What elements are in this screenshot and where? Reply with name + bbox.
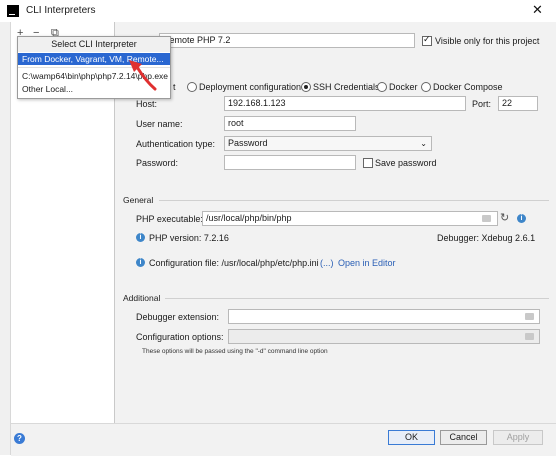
visible-only-checkbox[interactable]: ✓: [422, 34, 432, 46]
refresh-icon[interactable]: ↻: [500, 211, 509, 224]
help-icon[interactable]: ?: [14, 433, 25, 444]
configuration-options-label: Configuration options:: [136, 332, 224, 342]
auth-type-value: Password: [228, 138, 268, 148]
config-file-info-icon: i: [136, 258, 145, 267]
additional-divider: [165, 298, 549, 299]
radio-vagrant-tail: t: [173, 82, 176, 92]
configuration-options-note: These options will be passed using the "…: [142, 348, 328, 355]
ok-button[interactable]: OK: [388, 430, 435, 445]
popup-header: Select CLI Interpreter: [18, 37, 170, 52]
folder-icon[interactable]: [482, 215, 491, 222]
close-icon[interactable]: ✕: [532, 2, 543, 18]
radio-ssh-credentials[interactable]: [301, 82, 311, 92]
auth-type-label: Authentication type:: [136, 139, 216, 149]
save-password-label: Save password: [375, 158, 437, 168]
host-label: Host:: [136, 99, 158, 109]
general-divider: [159, 200, 549, 201]
additional-section-label: Additional: [123, 293, 161, 303]
general-section-label: General: [123, 195, 154, 205]
radio-docker-compose-label: Docker Compose: [433, 82, 503, 92]
configuration-options-folder-icon[interactable]: [525, 333, 534, 340]
radio-docker-label: Docker: [389, 82, 418, 92]
php-version-text: PHP version: 7.2.16: [149, 233, 229, 243]
interpreter-settings-panel: Remote PHP 7.2 ✓ Visible only for this p…: [115, 22, 556, 423]
debugger-extension-folder-icon[interactable]: [525, 313, 534, 320]
open-in-editor-link[interactable]: Open in Editor: [338, 258, 396, 268]
host-input[interactable]: 192.168.1.123: [224, 96, 466, 111]
apply-button[interactable]: Apply: [493, 430, 543, 445]
debugger-extension-input[interactable]: [228, 309, 540, 324]
cancel-button[interactable]: Cancel: [440, 430, 487, 445]
port-input[interactable]: 22: [498, 96, 538, 111]
password-label: Password:: [136, 158, 179, 168]
php-version-info-icon: i: [136, 233, 145, 242]
debugger-extension-label: Debugger extension:: [136, 312, 220, 322]
title-bar: CLI Interpreters ✕: [0, 0, 556, 23]
radio-ssh-credentials-label: SSH Credentials: [313, 82, 380, 92]
annotation-arrow-icon: [129, 60, 157, 91]
username-input[interactable]: root: [224, 116, 356, 131]
password-input[interactable]: [224, 155, 356, 170]
save-password-checkbox[interactable]: [363, 158, 373, 168]
auth-type-select[interactable]: Password ⌄: [224, 136, 432, 151]
radio-docker[interactable]: [377, 82, 387, 92]
app-icon: [7, 5, 19, 17]
chevron-down-icon: ⌄: [420, 139, 427, 148]
config-file-text: Configuration file: /usr/local/php/etc/p…: [149, 258, 319, 268]
php-executable-label: PHP executable:: [136, 214, 203, 224]
configuration-options-input[interactable]: [228, 329, 540, 344]
radio-deployment-config[interactable]: [187, 82, 197, 92]
radio-deployment-config-label: Deployment configuration: [199, 82, 302, 92]
visible-only-label: Visible only for this project: [435, 36, 540, 46]
config-file-more-link[interactable]: (...): [320, 258, 334, 268]
dialog-footer: ? OK Cancel Apply: [11, 423, 556, 456]
username-label: User name:: [136, 119, 183, 129]
debugger-version-text: Debugger: Xdebug 2.6.1: [437, 233, 536, 243]
port-label: Port:: [472, 99, 492, 109]
radio-docker-compose[interactable]: [421, 82, 431, 92]
interpreter-name-field[interactable]: Remote PHP 7.2: [159, 33, 415, 48]
php-executable-input[interactable]: /usr/local/php/bin/php: [202, 211, 498, 226]
background-ide-strip: [0, 22, 11, 455]
window-title: CLI Interpreters: [26, 5, 96, 16]
info-icon[interactable]: i: [517, 214, 526, 223]
